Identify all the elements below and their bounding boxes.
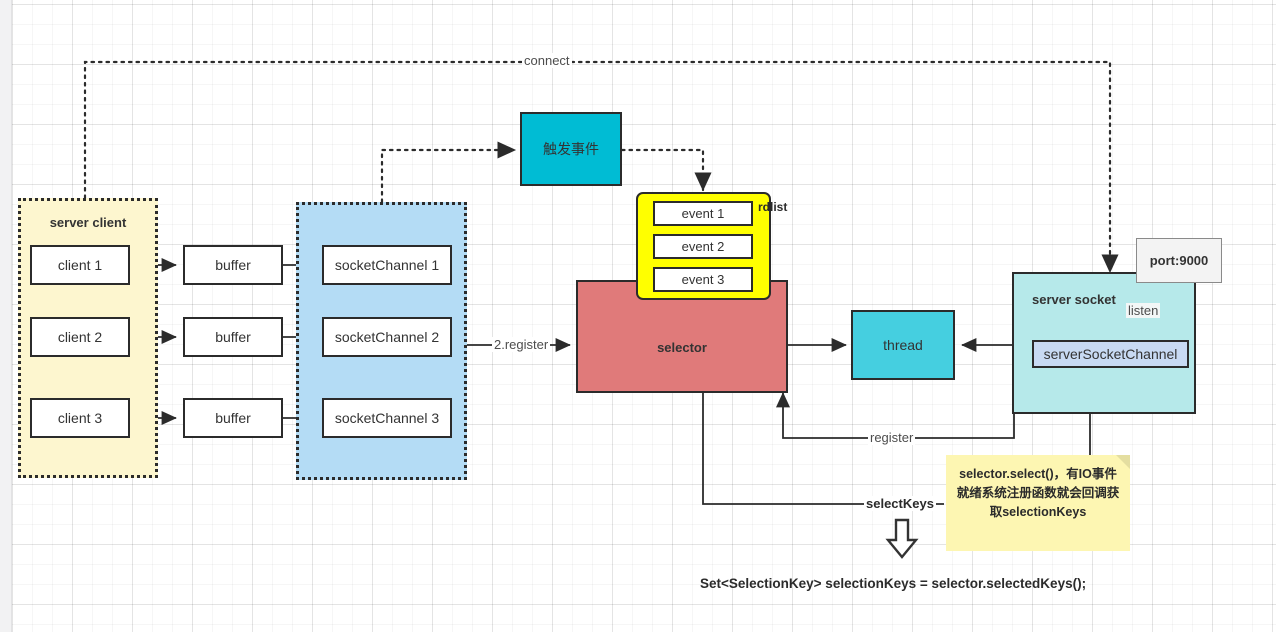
connect-label: connect: [522, 53, 572, 68]
client-3-label: client 3: [57, 410, 103, 426]
buffer-3-box[interactable]: buffer: [183, 398, 283, 438]
left-gutter: [0, 0, 12, 632]
trigger-event-box[interactable]: 触发事件: [520, 112, 622, 186]
socket-channel-1-label: socketChannel 1: [334, 257, 440, 273]
client-2-label: client 2: [57, 329, 103, 345]
thread-label: thread: [883, 337, 923, 353]
selector-label: selector: [657, 340, 707, 355]
buffer-1-label: buffer: [215, 257, 251, 273]
socket-channel-2-label: socketChannel 2: [334, 329, 440, 345]
thread-box[interactable]: thread: [851, 310, 955, 380]
event-1-label: event 1: [681, 206, 725, 221]
server-socket-title: server socket: [1032, 292, 1116, 307]
socket-channel-1-box[interactable]: socketChannel 1: [322, 245, 452, 285]
event-3-label: event 3: [681, 272, 725, 287]
rdlist-label: rdlist: [758, 200, 788, 214]
trigger-event-label: 触发事件: [543, 141, 599, 157]
down-arrow-icon: [882, 518, 922, 560]
event-2-label: event 2: [681, 239, 725, 254]
server-socket-channel-box[interactable]: serverSocketChannel: [1032, 340, 1189, 368]
port-label: port:9000: [1149, 253, 1209, 268]
buffer-1-box[interactable]: buffer: [183, 245, 283, 285]
diagram-canvas: server client client 1 client 2 client 3…: [0, 0, 1276, 632]
register-number-label: 2.register: [492, 337, 551, 352]
note-fold-corner: [1116, 455, 1130, 469]
client-1-box[interactable]: client 1: [30, 245, 130, 285]
buffer-3-label: buffer: [215, 410, 251, 426]
client-1-label: client 1: [57, 257, 103, 273]
port-box[interactable]: port:9000: [1136, 238, 1222, 283]
event-3-box[interactable]: event 3: [653, 267, 753, 292]
selector-select-note: selector.select()，有IO事件就绪系统注册函数就会回调获取sel…: [946, 455, 1130, 551]
client-2-box[interactable]: client 2: [30, 317, 130, 357]
event-2-box[interactable]: event 2: [653, 234, 753, 259]
code-line: Set<SelectionKey> selectionKeys = select…: [700, 576, 1087, 591]
buffer-2-box[interactable]: buffer: [183, 317, 283, 357]
event-1-box[interactable]: event 1: [653, 201, 753, 226]
buffer-2-label: buffer: [215, 329, 251, 345]
server-socket-channel-label: serverSocketChannel: [1043, 346, 1178, 362]
client-3-box[interactable]: client 3: [30, 398, 130, 438]
socket-channel-2-box[interactable]: socketChannel 2: [322, 317, 452, 357]
listen-label: listen: [1126, 303, 1161, 318]
socket-channel-3-box[interactable]: socketChannel 3: [322, 398, 452, 438]
note-text: selector.select()，有IO事件就绪系统注册函数就会回调获取sel…: [956, 467, 1120, 519]
register-label: register: [868, 430, 916, 445]
server-client-group-title: server client: [49, 215, 127, 230]
socket-channel-3-label: socketChannel 3: [334, 410, 440, 426]
select-keys-label: selectKeys: [864, 496, 936, 511]
